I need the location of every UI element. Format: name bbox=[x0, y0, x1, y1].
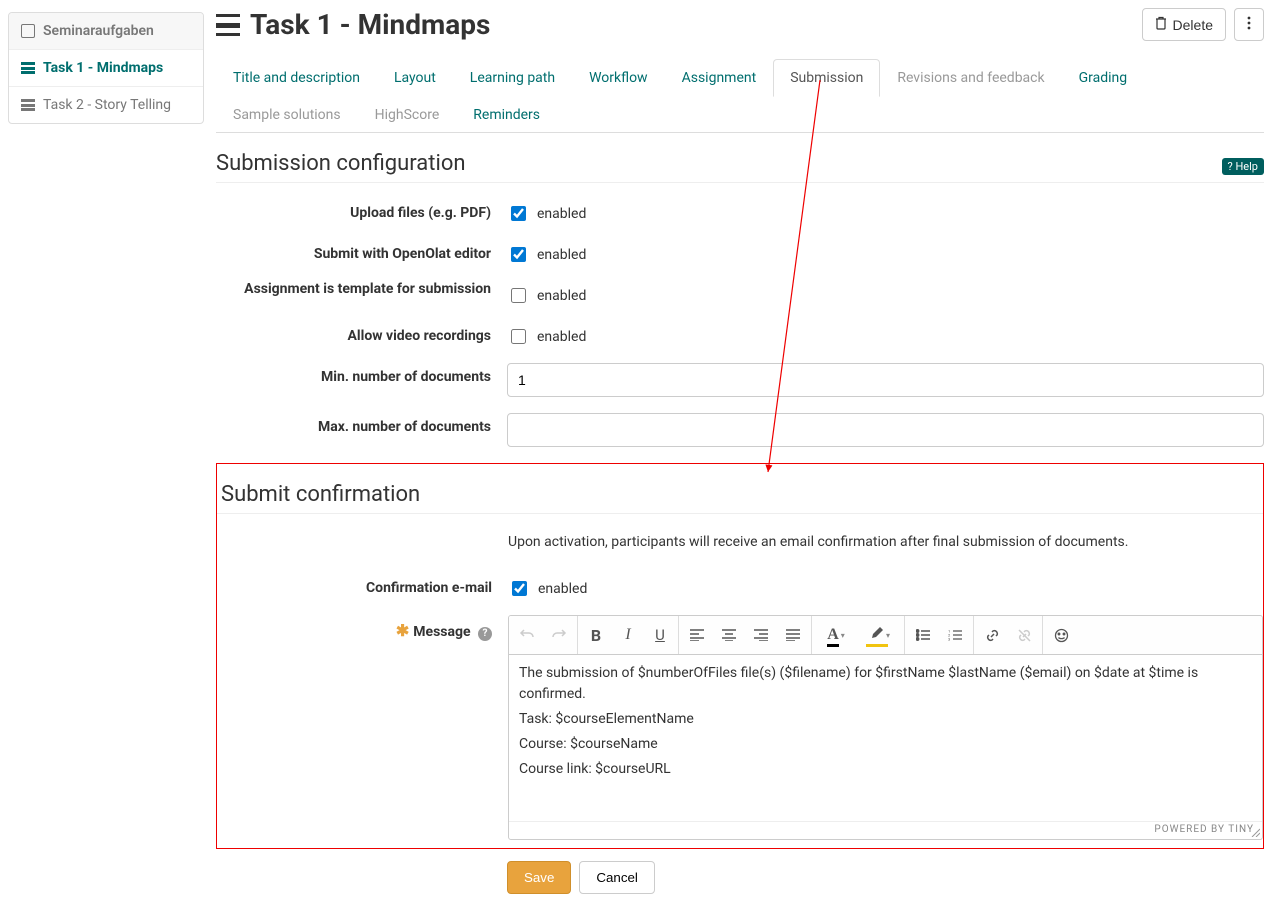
upload-checkbox[interactable] bbox=[511, 206, 526, 221]
delete-button[interactable]: Delete bbox=[1142, 8, 1226, 41]
rich-text-editor: B I U A▾ bbox=[508, 615, 1263, 840]
sidebar-header: Seminaraufgaben bbox=[9, 13, 203, 50]
tab-submission[interactable]: Submission bbox=[773, 59, 880, 97]
tab-assignment[interactable]: Assignment bbox=[665, 59, 774, 97]
confirm-enabled-text: enabled bbox=[538, 581, 587, 597]
tab-learning-path[interactable]: Learning path bbox=[453, 59, 572, 97]
link-button[interactable] bbox=[976, 618, 1008, 652]
emoji-button[interactable] bbox=[1045, 618, 1077, 652]
message-textarea[interactable]: The submission of $numberOfFiles file(s)… bbox=[509, 655, 1262, 821]
tab-grading[interactable]: Grading bbox=[1062, 59, 1145, 97]
trash-icon bbox=[1155, 16, 1167, 33]
sidebar-item-task1[interactable]: Task 1 - Mindmaps bbox=[9, 50, 203, 87]
template-label: Assignment is template for submission bbox=[216, 281, 507, 297]
tab-workflow[interactable]: Workflow bbox=[572, 59, 665, 97]
required-icon: ✱ bbox=[396, 621, 409, 640]
tab-layout[interactable]: Layout bbox=[377, 59, 453, 97]
info-icon[interactable]: ? bbox=[478, 627, 492, 641]
italic-button[interactable]: I bbox=[612, 618, 644, 652]
editor-toolbar: B I U A▾ bbox=[509, 616, 1262, 655]
template-checkbox[interactable] bbox=[511, 288, 526, 303]
align-right-button[interactable] bbox=[745, 618, 777, 652]
align-left-button[interactable] bbox=[681, 618, 713, 652]
unlink-button[interactable] bbox=[1008, 618, 1040, 652]
tab-sample: Sample solutions bbox=[216, 96, 358, 133]
underline-button[interactable]: U bbox=[644, 618, 676, 652]
template-enabled-text: enabled bbox=[537, 288, 586, 304]
upload-label: Upload files (e.g. PDF) bbox=[216, 199, 507, 221]
submit-confirmation-section: Submit confirmation Upon activation, par… bbox=[216, 463, 1264, 849]
max-docs-label: Max. number of documents bbox=[216, 413, 507, 435]
page-title-text: Task 1 - Mindmaps bbox=[250, 8, 490, 41]
video-label: Allow video recordings bbox=[216, 322, 507, 344]
cube-icon bbox=[21, 24, 35, 38]
delete-button-label: Delete bbox=[1173, 17, 1213, 33]
tab-reminders[interactable]: Reminders bbox=[456, 96, 557, 133]
sidebar-header-label: Seminaraufgaben bbox=[43, 23, 154, 39]
tab-highscore: HighScore bbox=[358, 96, 457, 133]
bullet-list-button[interactable] bbox=[907, 618, 939, 652]
help-button[interactable]: ? Help bbox=[1222, 158, 1264, 175]
video-enabled-text: enabled bbox=[537, 329, 586, 345]
page-title: Task 1 - Mindmaps bbox=[216, 8, 1134, 41]
editor-label: Submit with OpenOlat editor bbox=[216, 240, 507, 262]
task-icon bbox=[21, 99, 35, 111]
editor-enabled-text: enabled bbox=[537, 247, 586, 263]
tab-revisions: Revisions and feedback bbox=[880, 59, 1061, 97]
bold-button[interactable]: B bbox=[580, 618, 612, 652]
cancel-button[interactable]: Cancel bbox=[579, 861, 655, 894]
upload-enabled-text: enabled bbox=[537, 206, 586, 222]
submission-config-title: Submission configuration bbox=[216, 151, 1264, 176]
help-icon: ? bbox=[1228, 160, 1233, 173]
tabs: Title and description Layout Learning pa… bbox=[216, 59, 1264, 133]
sidebar-item-task2[interactable]: Task 2 - Story Telling bbox=[9, 87, 203, 123]
message-label: ✱Message ? bbox=[217, 615, 508, 641]
align-center-button[interactable] bbox=[713, 618, 745, 652]
confirm-description: Upon activation, participants will recei… bbox=[508, 530, 1263, 558]
more-button[interactable] bbox=[1234, 8, 1264, 41]
task-icon bbox=[216, 14, 240, 36]
sidebar-item-label: Task 1 - Mindmaps bbox=[43, 60, 163, 76]
powered-by-tiny: POWERED BY TINY bbox=[509, 821, 1262, 839]
kebab-icon bbox=[1247, 16, 1251, 33]
task-icon bbox=[21, 62, 35, 74]
highlight-icon bbox=[870, 626, 884, 644]
undo-button[interactable] bbox=[511, 618, 543, 652]
svg-text:3: 3 bbox=[948, 637, 950, 642]
max-docs-input[interactable] bbox=[507, 413, 1264, 447]
tab-title-desc[interactable]: Title and description bbox=[216, 59, 377, 97]
video-checkbox[interactable] bbox=[511, 329, 526, 344]
save-button[interactable]: Save bbox=[507, 861, 571, 894]
submit-confirm-title: Submit confirmation bbox=[221, 482, 1263, 507]
number-list-button[interactable]: 123 bbox=[939, 618, 971, 652]
resize-handle-icon[interactable] bbox=[1250, 827, 1260, 837]
text-color-button[interactable]: A▾ bbox=[814, 618, 858, 652]
highlight-button[interactable]: ▾ bbox=[858, 618, 902, 652]
redo-button[interactable] bbox=[543, 618, 575, 652]
editor-checkbox[interactable] bbox=[511, 247, 526, 262]
confirm-email-checkbox[interactable] bbox=[512, 581, 527, 596]
sidebar-item-label: Task 2 - Story Telling bbox=[43, 97, 171, 113]
min-docs-label: Min. number of documents bbox=[216, 363, 507, 385]
min-docs-input[interactable] bbox=[507, 363, 1264, 397]
confirm-email-label: Confirmation e-mail bbox=[217, 574, 508, 596]
align-justify-button[interactable] bbox=[777, 618, 809, 652]
